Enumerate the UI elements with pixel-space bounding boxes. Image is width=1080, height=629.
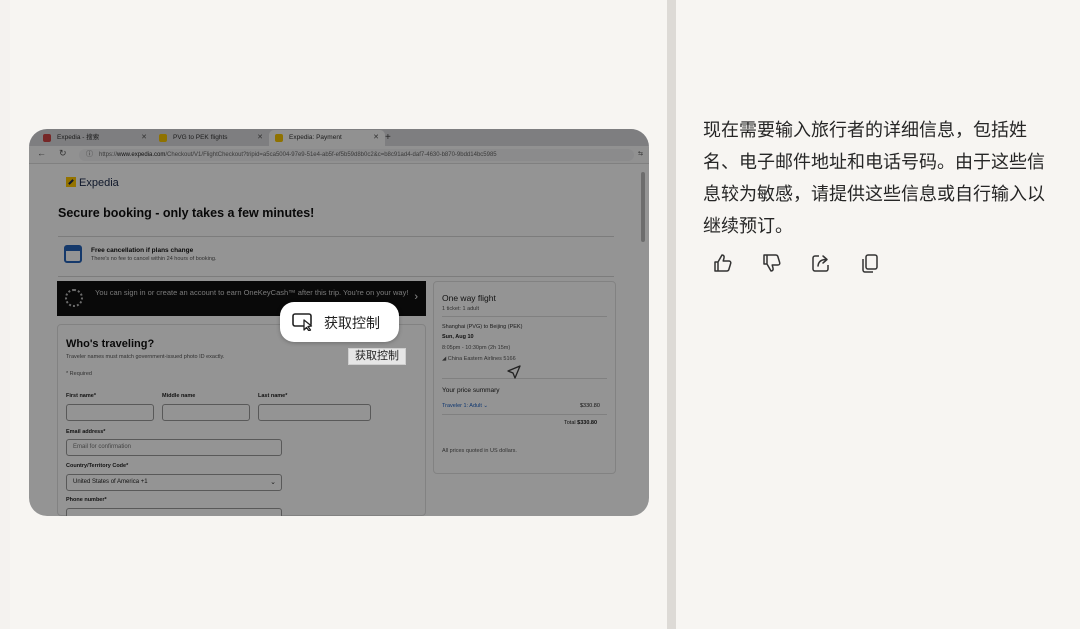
take-control-icon <box>292 313 313 331</box>
cursor-icon <box>507 365 521 379</box>
take-control-label: 获取控制 <box>324 315 380 331</box>
assistant-message: 现在需要输入旅行者的详细信息，包括姓名、电子邮件地址和电话号码。由于这些信息较为… <box>703 120 1045 236</box>
browser-screenshot: Expedia - 搜索 ✕ PVG to PEK flights ✕ Expe… <box>29 129 649 516</box>
right-pane <box>676 0 1080 629</box>
thumbs-down-icon[interactable] <box>761 252 783 274</box>
pane-divider[interactable] <box>667 0 676 629</box>
share-icon[interactable] <box>810 252 832 274</box>
take-control-button[interactable]: 获取控制 <box>280 302 399 342</box>
page-scrollbar[interactable] <box>641 172 645 242</box>
thumbs-up-icon[interactable] <box>712 252 734 274</box>
copy-icon[interactable] <box>859 252 881 274</box>
take-control-tooltip: 获取控制 <box>348 348 406 365</box>
